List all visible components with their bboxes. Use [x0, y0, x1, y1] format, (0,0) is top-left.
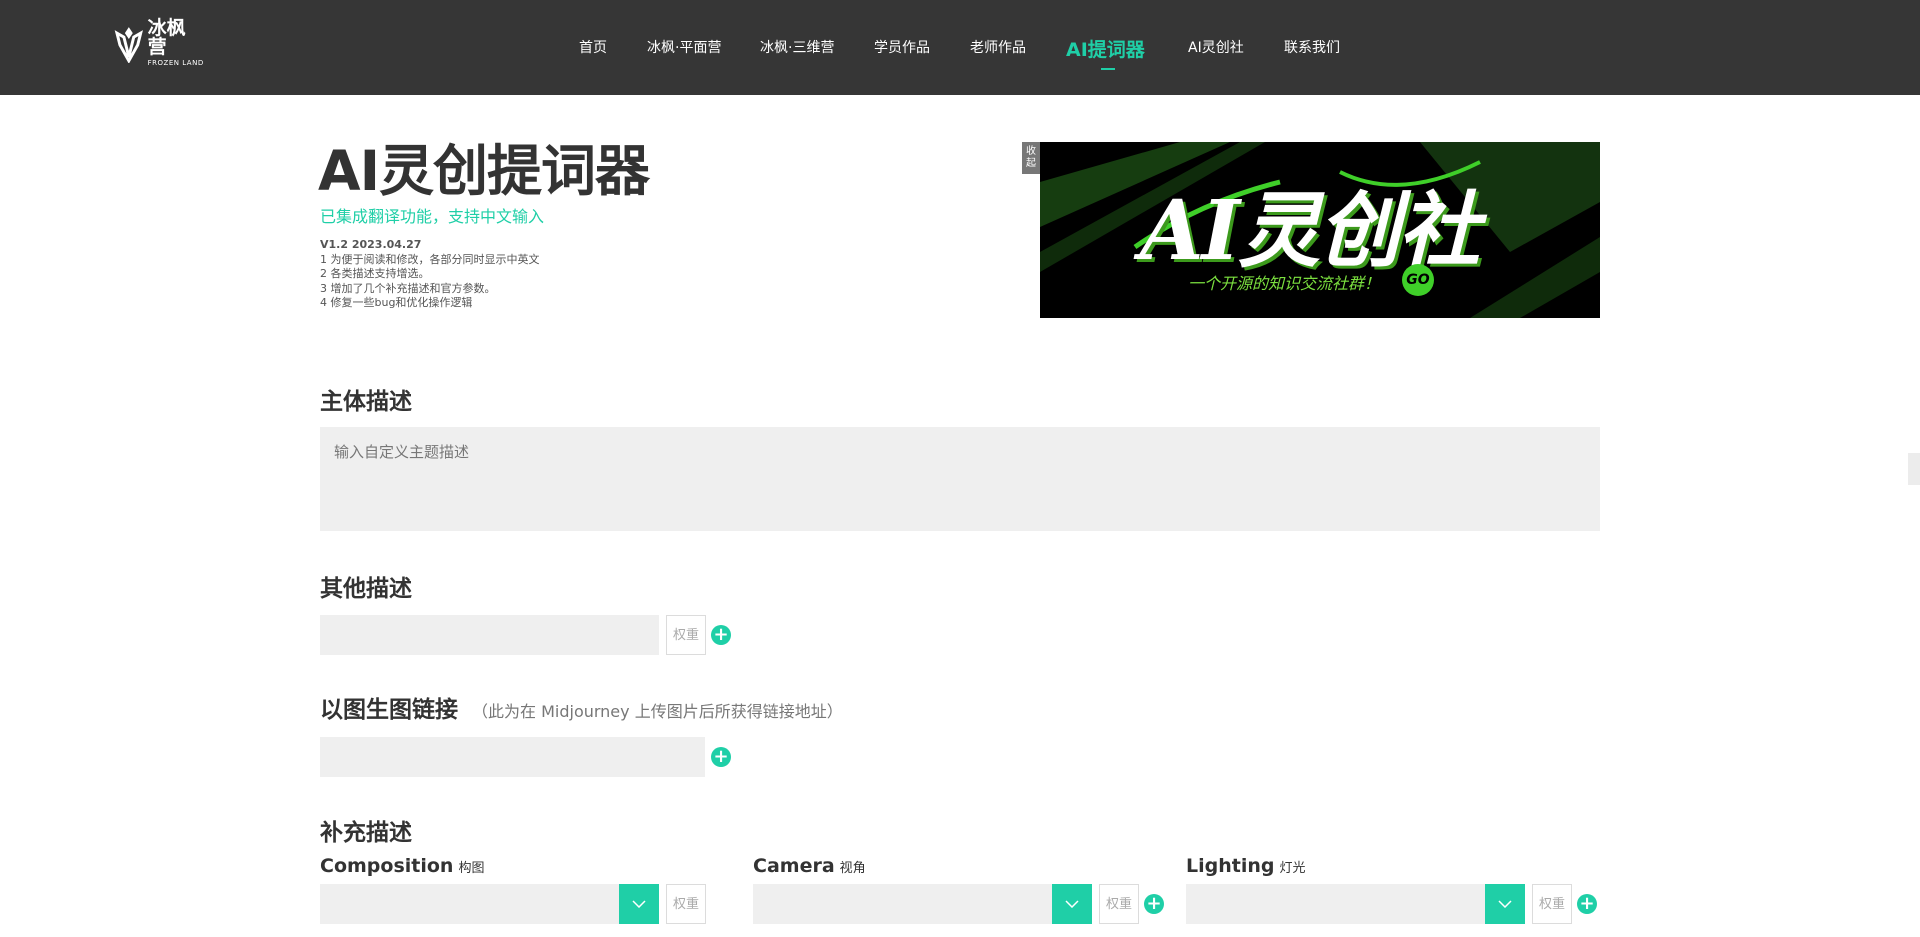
add-lighting-button[interactable]: +: [1577, 894, 1597, 914]
nav-item-home[interactable]: 首页: [579, 37, 607, 57]
banner-slogan: 一个开源的知识交流社群！: [1188, 274, 1381, 293]
collapse-label: 起: [1026, 158, 1036, 169]
camera-label-en: Camera: [753, 855, 835, 877]
lighting-label-zh: 灯光: [1279, 861, 1306, 876]
side-scroll-handle[interactable]: [1908, 453, 1920, 485]
composition-label-en: Composition: [320, 855, 454, 877]
nav-item-student-works[interactable]: 学员作品: [874, 37, 930, 57]
active-nav-indicator: [1101, 68, 1115, 70]
changelog-line: 3 增加了几个补充描述和官方参数。: [320, 281, 496, 295]
lighting-label-en: Lighting: [1186, 855, 1275, 877]
nav-item-graphic-camp[interactable]: 冰枫·平面营: [647, 37, 721, 57]
camera-weight-input[interactable]: [1099, 884, 1139, 924]
main-nav: 首页 冰枫·平面营 冰枫·三维营 学员作品 老师作品 AI提词器 AI灵创社 联…: [0, 0, 1920, 95]
lighting-select[interactable]: [1186, 884, 1525, 924]
main-desc-textarea[interactable]: [320, 427, 1600, 531]
nav-item-teacher-works[interactable]: 老师作品: [970, 37, 1026, 57]
nav-item-ai-community[interactable]: AI灵创社: [1188, 37, 1244, 57]
image-link-note: （此为在 Midjourney 上传图片后所获得链接地址）: [472, 702, 843, 721]
page-title: AI灵创提词器: [318, 139, 650, 203]
nav-item-3d-camp[interactable]: 冰枫·三维营: [760, 37, 834, 57]
supplement-heading: 补充描述: [320, 820, 412, 846]
changelog: V1.2 2023.04.27 1 为便于阅读和修改，各部分同时显示中英文 2 …: [320, 238, 540, 311]
chevron-down-icon[interactable]: [1052, 884, 1092, 924]
camera-label: Camera 视角: [753, 855, 866, 877]
chevron-down-icon[interactable]: [619, 884, 659, 924]
ai-community-banner[interactable]: AI灵创社 一个开源的知识交流社群！ GO: [1040, 142, 1600, 318]
other-desc-heading: 其他描述: [320, 576, 412, 602]
lighting-weight-input[interactable]: [1532, 884, 1572, 924]
camera-label-zh: 视角: [839, 861, 866, 876]
lighting-label: Lighting 灯光: [1186, 855, 1305, 877]
image-link-title: 以图生图链接: [320, 697, 458, 723]
other-desc-weight-input[interactable]: [666, 615, 706, 655]
composition-label-zh: 构图: [458, 861, 485, 876]
top-navbar: 冰枫营 FROZEN LAND 首页 冰枫·平面营 冰枫·三维营 学员作品 老师…: [0, 0, 1920, 95]
composition-label: Composition 构图: [320, 855, 484, 877]
add-image-link-button[interactable]: +: [711, 747, 731, 767]
image-link-input[interactable]: [320, 737, 705, 777]
chevron-down-icon[interactable]: [1485, 884, 1525, 924]
composition-select[interactable]: [320, 884, 659, 924]
changelog-line: 4 修复一些bug和优化操作逻辑: [320, 296, 473, 309]
banner-go-button[interactable]: GO: [1402, 264, 1434, 296]
page-subtitle: 已集成翻译功能，支持中文输入: [320, 207, 545, 226]
changelog-line: 1 为便于阅读和修改，各部分同时显示中英文: [320, 252, 540, 266]
other-desc-input[interactable]: [320, 615, 659, 655]
collapse-label: 收: [1026, 146, 1036, 157]
banner-title: AI灵创社: [1140, 183, 1480, 279]
add-camera-button[interactable]: +: [1144, 894, 1164, 914]
banner-collapse-button[interactable]: 收 起: [1022, 142, 1040, 174]
nav-item-contact[interactable]: 联系我们: [1284, 37, 1340, 57]
main-desc-heading: 主体描述: [320, 389, 412, 415]
composition-weight-input[interactable]: [666, 884, 706, 924]
camera-select[interactable]: [753, 884, 1092, 924]
changelog-line: 2 各类描述支持增选。: [320, 267, 430, 280]
image-link-heading: 以图生图链接 （此为在 Midjourney 上传图片后所获得链接地址）: [320, 690, 843, 724]
add-other-desc-button[interactable]: +: [711, 625, 731, 645]
nav-item-ai-prompter[interactable]: AI提词器: [1066, 35, 1145, 62]
changelog-version: V1.2 2023.04.27: [320, 238, 422, 251]
